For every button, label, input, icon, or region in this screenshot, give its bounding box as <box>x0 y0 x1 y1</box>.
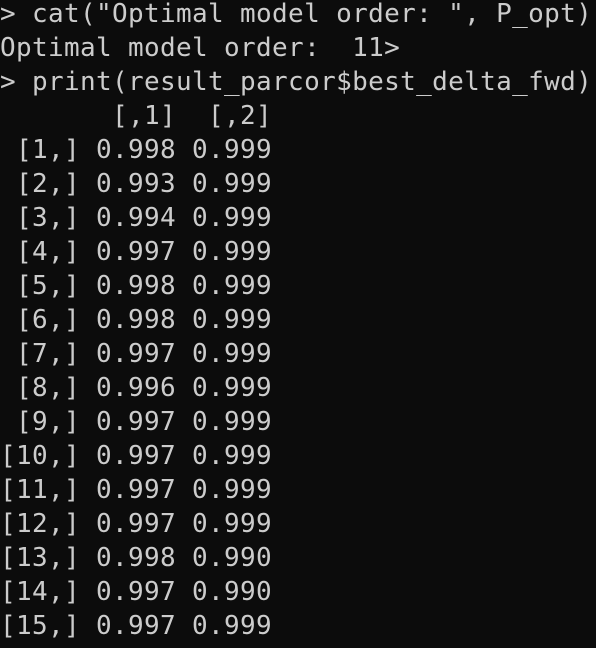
matrix-row: [10,] 0.997 0.999 <box>0 441 273 471</box>
console-command-line: > print(result_parcor$best_delta_fwd) <box>0 67 593 97</box>
matrix-row: [12,] 0.997 0.999 <box>0 509 273 539</box>
matrix-row: [4,] 0.997 0.999 <box>0 237 273 267</box>
matrix-row: [1,] 0.998 0.999 <box>0 135 273 165</box>
matrix-row: [9,] 0.997 0.999 <box>0 407 273 437</box>
matrix-row: [13,] 0.998 0.990 <box>0 543 273 573</box>
console-command-line: > cat("Optimal model order: ", P_opt) <box>0 0 593 29</box>
matrix-row: [7,] 0.997 0.999 <box>0 339 273 369</box>
matrix-row: [14,] 0.997 0.990 <box>0 577 273 607</box>
matrix-row: [3,] 0.994 0.999 <box>0 203 273 233</box>
console-output-line: Optimal model order: 11> <box>0 33 401 63</box>
matrix-row: [8,] 0.996 0.999 <box>0 373 273 403</box>
matrix-header-row: [,1] [,2] <box>0 101 273 131</box>
matrix-row: [6,] 0.998 0.999 <box>0 305 273 335</box>
matrix-row: [5,] 0.998 0.999 <box>0 271 273 301</box>
matrix-row: [15,] 0.997 0.999 <box>0 611 273 641</box>
matrix-row: [11,] 0.997 0.999 <box>0 475 273 505</box>
matrix-row: [2,] 0.993 0.999 <box>0 169 273 199</box>
r-console-output: > cat("Optimal model order: ", P_opt) Op… <box>0 0 596 648</box>
